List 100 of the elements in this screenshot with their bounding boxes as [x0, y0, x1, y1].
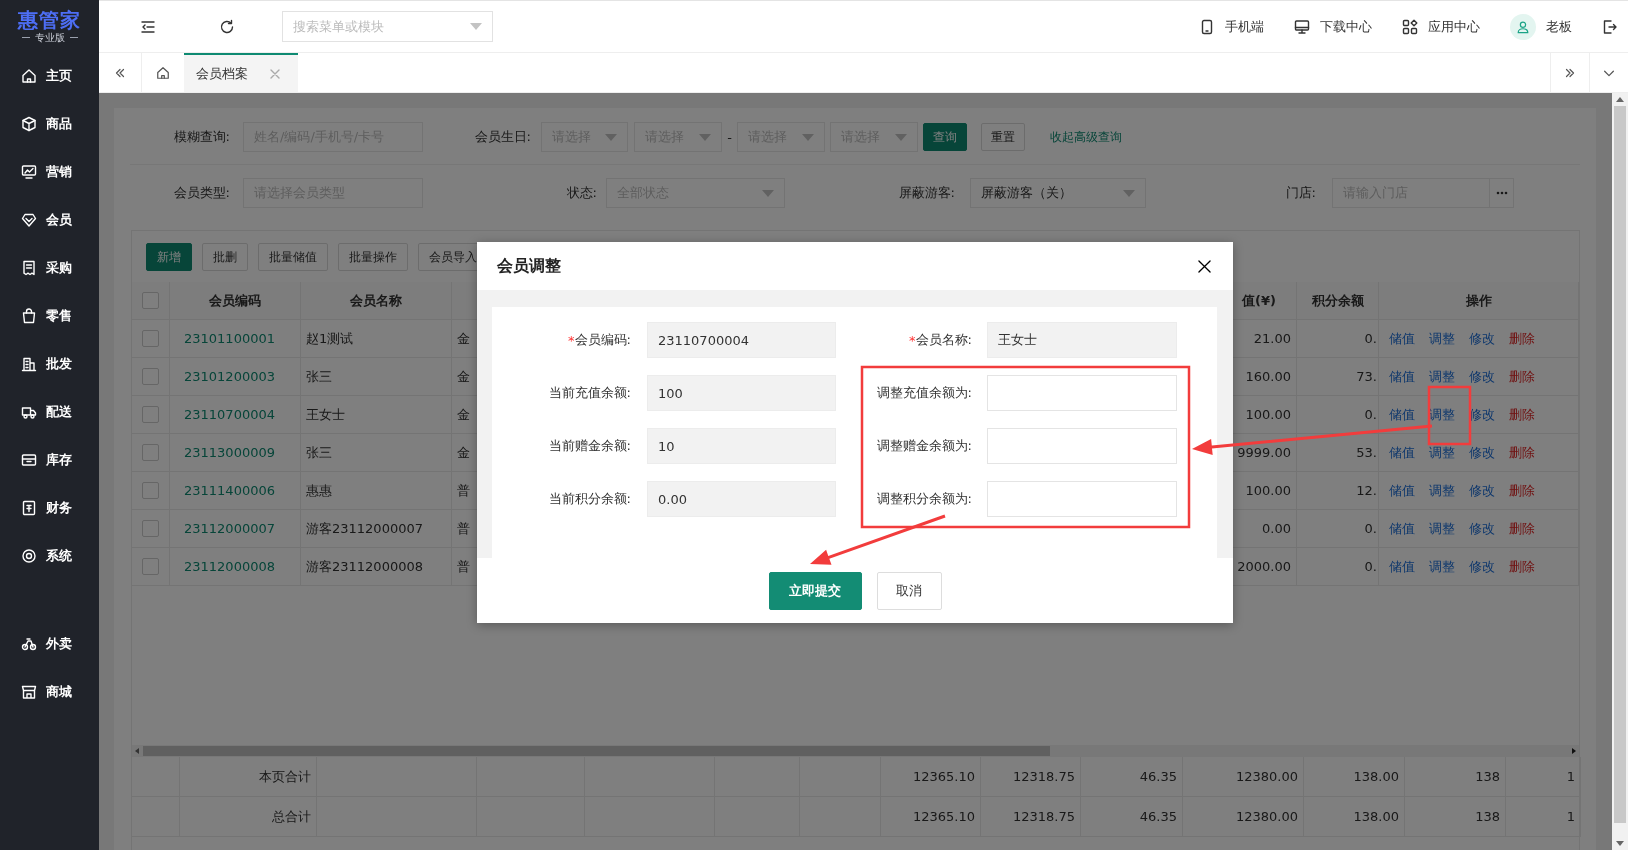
- input-field[interactable]: 100: [647, 375, 836, 411]
- refresh-icon[interactable]: [219, 18, 235, 35]
- table-cell: 0.: [1297, 548, 1379, 586]
- action-link[interactable]: 修改: [1469, 557, 1495, 576]
- sidebar-item[interactable]: 外卖: [0, 620, 99, 668]
- logout-icon[interactable]: [1602, 18, 1618, 35]
- header-link[interactable]: 应用中心: [1402, 17, 1480, 36]
- column-header: 操作: [1379, 282, 1579, 320]
- member-code-link[interactable]: 23110700004: [184, 407, 275, 422]
- checkbox[interactable]: [142, 520, 159, 537]
- close-icon[interactable]: [270, 68, 280, 79]
- action-link[interactable]: 调整: [1429, 329, 1455, 348]
- toolbar-button[interactable]: 批量储值: [258, 243, 328, 271]
- action-link[interactable]: 调整: [1429, 481, 1455, 500]
- checkbox[interactable]: [142, 292, 159, 309]
- member-code-link[interactable]: 23112000007: [184, 521, 275, 536]
- sidebar-item[interactable]: 批发: [0, 340, 99, 388]
- submit-button[interactable]: 立即提交: [768, 571, 862, 610]
- header-link[interactable]: 手机端: [1199, 17, 1264, 36]
- page-tab[interactable]: 会员档案: [184, 53, 298, 92]
- action-link[interactable]: 调整: [1429, 519, 1455, 538]
- bicycle-icon: [21, 636, 37, 652]
- toolbar-button[interactable]: 新增: [146, 243, 192, 271]
- sidebar-item[interactable]: 主页: [0, 52, 99, 100]
- sidebar-item[interactable]: 库存: [0, 436, 99, 484]
- input-field[interactable]: 0.00: [647, 481, 836, 517]
- sidebar-item[interactable]: 商城: [0, 668, 99, 716]
- search-button[interactable]: 查询: [923, 123, 967, 151]
- member-code-link[interactable]: 23101100001: [184, 331, 275, 346]
- member-code-link[interactable]: 23111400006: [184, 483, 275, 498]
- checkbox[interactable]: [142, 368, 159, 385]
- checkbox[interactable]: [142, 406, 159, 423]
- action-link[interactable]: 修改: [1469, 367, 1495, 386]
- input-field[interactable]: [987, 375, 1177, 411]
- sidebar-item[interactable]: 财务: [0, 484, 99, 532]
- delete-link[interactable]: 删除: [1509, 329, 1535, 348]
- action-link[interactable]: 储值: [1389, 481, 1415, 500]
- user-menu[interactable]: 老板: [1510, 13, 1572, 40]
- checkbox[interactable]: [142, 444, 159, 461]
- reset-button[interactable]: 重置: [981, 123, 1025, 151]
- input-field[interactable]: 10: [647, 428, 836, 464]
- toolbar-button[interactable]: 批量操作: [338, 243, 408, 271]
- collapse-link[interactable]: 收起高级查询: [1050, 128, 1122, 146]
- action-link[interactable]: 储值: [1389, 519, 1415, 538]
- table-cell: 惠惠: [301, 472, 452, 510]
- input-field[interactable]: [987, 481, 1177, 517]
- member-code-link[interactable]: 23112000008: [184, 559, 275, 574]
- field-label: 调整赠金余额为:: [875, 437, 973, 455]
- sidebar-item[interactable]: 商品: [0, 100, 99, 148]
- checkbox[interactable]: [142, 558, 159, 575]
- action-link[interactable]: 修改: [1469, 443, 1495, 462]
- action-link[interactable]: 调整: [1429, 367, 1455, 386]
- delete-link[interactable]: 删除: [1509, 405, 1535, 424]
- sidebar-item[interactable]: 配送: [0, 388, 99, 436]
- member-code-link[interactable]: 23113000009: [184, 445, 275, 460]
- action-link[interactable]: 修改: [1469, 481, 1495, 500]
- table-cell: 王女士: [301, 396, 452, 434]
- action-link[interactable]: 储值: [1389, 329, 1415, 348]
- toolbar-button[interactable]: 批删: [202, 243, 248, 271]
- horizontal-scrollbar[interactable]: [132, 745, 1579, 757]
- ellipsis-icon: [1495, 191, 1508, 195]
- action-link[interactable]: 储值: [1389, 367, 1415, 386]
- total-label: 本页合计: [180, 757, 317, 797]
- menu-icon[interactable]: [140, 18, 156, 35]
- sidebar-item[interactable]: 营销: [0, 148, 99, 196]
- monitor-icon: [1294, 18, 1310, 35]
- select-field[interactable]: 屏蔽游客（关）: [970, 178, 1146, 208]
- action-link[interactable]: 储值: [1389, 405, 1415, 424]
- sidebar-item[interactable]: 系统: [0, 532, 99, 580]
- action-link[interactable]: 调整: [1429, 557, 1455, 576]
- action-link[interactable]: 调整: [1429, 443, 1455, 462]
- delete-link[interactable]: 删除: [1509, 367, 1535, 386]
- checkbox[interactable]: [142, 482, 159, 499]
- total-cell: 138.00: [1304, 757, 1405, 797]
- sidebar-item[interactable]: 零售: [0, 292, 99, 340]
- action-link[interactable]: 储值: [1389, 557, 1415, 576]
- input-field[interactable]: 23110700004: [647, 322, 836, 358]
- action-link[interactable]: 调整: [1429, 405, 1455, 424]
- action-link[interactable]: 修改: [1469, 405, 1495, 424]
- delete-link[interactable]: 删除: [1509, 443, 1535, 462]
- delete-link[interactable]: 删除: [1509, 557, 1535, 576]
- checkbox[interactable]: [142, 330, 159, 347]
- input-field[interactable]: 王女士: [987, 322, 1177, 358]
- more-button[interactable]: [1490, 178, 1514, 208]
- header-link[interactable]: 下载中心: [1294, 17, 1372, 36]
- delete-link[interactable]: 删除: [1509, 481, 1535, 500]
- search-field[interactable]: 搜索菜单或模块: [282, 11, 493, 42]
- delete-link[interactable]: 删除: [1509, 519, 1535, 538]
- field-label: 会员类型:: [172, 184, 230, 202]
- action-link[interactable]: 修改: [1469, 519, 1495, 538]
- cancel-button[interactable]: 取消: [876, 571, 942, 610]
- action-link[interactable]: 修改: [1469, 329, 1495, 348]
- box-icon: [21, 116, 37, 132]
- field-label: 状态:: [565, 184, 597, 202]
- action-link[interactable]: 储值: [1389, 443, 1415, 462]
- member-code-link[interactable]: 23101200003: [184, 369, 275, 384]
- vertical-scrollbar[interactable]: [1612, 93, 1628, 850]
- input-field[interactable]: [987, 428, 1177, 464]
- sidebar-item[interactable]: 采购: [0, 244, 99, 292]
- sidebar-item[interactable]: 会员: [0, 196, 99, 244]
